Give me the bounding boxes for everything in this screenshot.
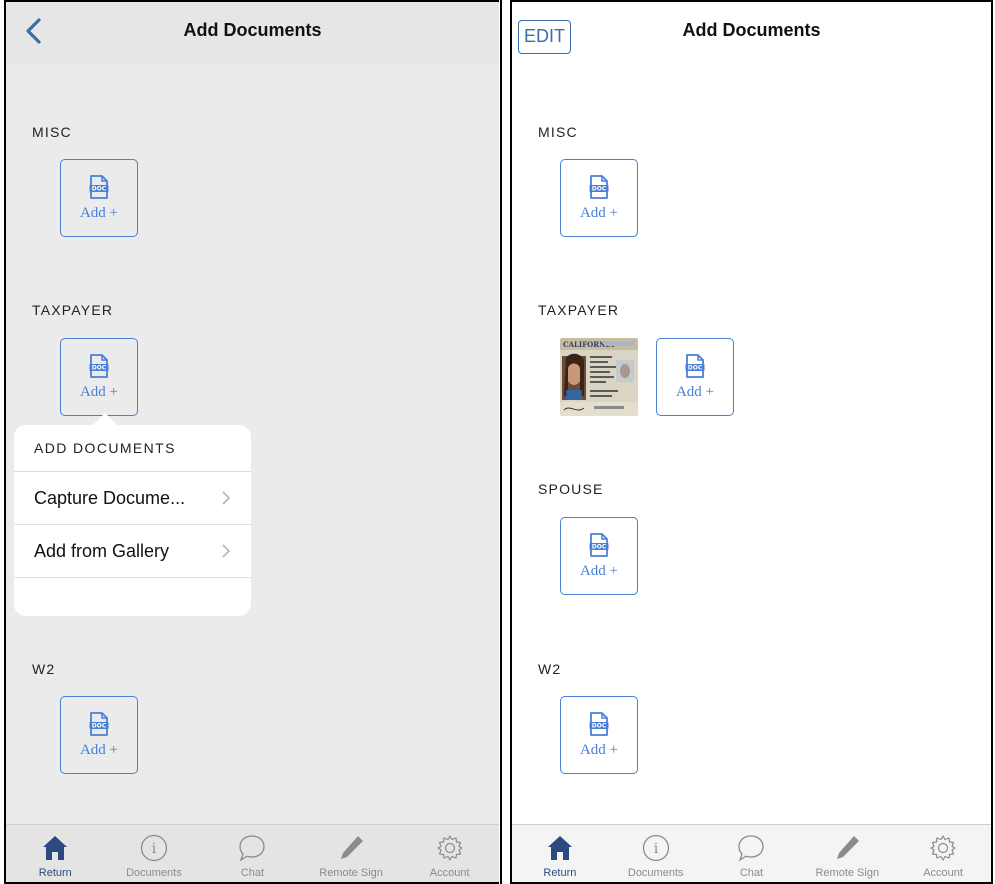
svg-text:i: i <box>653 841 658 857</box>
add-label: Add + <box>79 741 119 758</box>
popover-title: ADD DOCUMENTS <box>14 425 251 472</box>
section-label-taxpayer: TAXPAYER <box>538 302 620 318</box>
add-label: Add + <box>579 204 619 221</box>
chat-bubble-icon <box>239 835 266 862</box>
tab-label: Documents <box>627 867 684 879</box>
tab-chat[interactable]: Chat <box>203 825 302 882</box>
tab-return[interactable]: Return <box>512 825 608 882</box>
doc-icon <box>89 354 109 378</box>
add-document-tile-misc[interactable]: Add + <box>60 159 138 237</box>
tab-return[interactable]: Return <box>6 825 105 882</box>
tab-label: Chat <box>739 867 764 879</box>
section-label-w2: W2 <box>538 661 562 677</box>
chevron-right-icon <box>221 543 231 559</box>
tab-label: Return <box>38 867 72 879</box>
doc-icon <box>589 533 609 557</box>
home-icon <box>547 836 572 860</box>
doc-icon <box>89 175 109 199</box>
add-document-tile-taxpayer[interactable]: Add + <box>656 338 734 416</box>
add-label: Add + <box>675 383 715 400</box>
add-document-tile-taxpayer[interactable]: Add + <box>60 338 138 416</box>
right-screen: EDIT Add Documents MISC Add + TAXPAYER C… <box>510 0 993 884</box>
tab-bar: Return i Documents Chat Remote Sign Acco… <box>6 824 499 882</box>
chevron-left-icon[interactable] <box>22 16 46 46</box>
option-label: Capture Docume... <box>34 487 186 508</box>
tab-label: Account <box>429 867 470 879</box>
screen-gap <box>502 0 506 884</box>
tab-account[interactable]: Account <box>400 825 499 882</box>
add-document-tile-misc[interactable]: Add + <box>560 159 638 237</box>
tab-documents[interactable]: i Documents <box>608 825 704 882</box>
add-document-tile-w2[interactable]: Add + <box>60 696 138 774</box>
left-screen: Add Documents MISC Add + TAXPAYER Add + … <box>4 0 499 884</box>
section-label-w2: W2 <box>32 661 56 677</box>
add-document-tile-w2[interactable]: Add + <box>560 696 638 774</box>
gear-icon <box>437 835 463 861</box>
add-label: Add + <box>79 383 119 400</box>
nav-bar: Add Documents <box>6 2 499 64</box>
svg-text:i: i <box>152 841 157 857</box>
add-label: Add + <box>579 741 619 758</box>
add-label: Add + <box>579 562 619 579</box>
tab-label: Account <box>923 867 963 879</box>
home-icon <box>43 836 68 860</box>
tab-remote-sign[interactable]: Remote Sign <box>302 825 401 882</box>
tab-bar: Return i Documents Chat Remote Sign Acco… <box>512 824 991 882</box>
chat-bubble-icon <box>738 835 765 862</box>
info-icon: i <box>642 834 669 862</box>
chevron-right-icon <box>221 490 231 506</box>
page-title: Add Documents <box>682 19 821 40</box>
edit-button[interactable]: EDIT <box>518 20 572 54</box>
capture-document-option[interactable]: Capture Docume... <box>14 472 251 525</box>
option-label: Add from Gallery <box>34 540 170 561</box>
add-document-tile-spouse[interactable]: Add + <box>560 517 638 595</box>
pencil-icon <box>837 836 860 859</box>
tab-label: Return <box>543 867 577 879</box>
tab-documents[interactable]: i Documents <box>105 825 204 882</box>
tab-label: Remote Sign <box>319 867 383 879</box>
nav-bar: EDIT Add Documents <box>512 2 991 64</box>
section-label-misc: MISC <box>538 124 578 140</box>
section-label-misc: MISC <box>32 124 72 140</box>
tab-account[interactable]: Account <box>895 825 991 882</box>
doc-icon <box>89 712 109 736</box>
tab-remote-sign[interactable]: Remote Sign <box>799 825 895 882</box>
add-documents-popover: ADD DOCUMENTS Capture Docume... Add from… <box>14 425 251 616</box>
tab-label: Documents <box>126 867 182 879</box>
doc-icon <box>589 712 609 736</box>
section-label-taxpayer: TAXPAYER <box>32 302 114 318</box>
doc-icon <box>685 354 705 378</box>
tab-chat[interactable]: Chat <box>704 825 800 882</box>
info-icon: i <box>140 834 168 862</box>
pencil-icon <box>341 836 364 859</box>
section-label-spouse: SPOUSE <box>538 481 604 497</box>
add-from-gallery-option[interactable]: Add from Gallery <box>14 525 251 578</box>
drivers-license-thumbnail[interactable]: CALIFORNIA <box>560 338 638 416</box>
add-label: Add + <box>79 204 119 221</box>
page-title: Add Documents <box>183 19 322 40</box>
doc-icon <box>589 175 609 199</box>
tab-label: Chat <box>240 867 265 879</box>
gear-icon <box>930 835 956 861</box>
tab-label: Remote Sign <box>815 867 880 879</box>
